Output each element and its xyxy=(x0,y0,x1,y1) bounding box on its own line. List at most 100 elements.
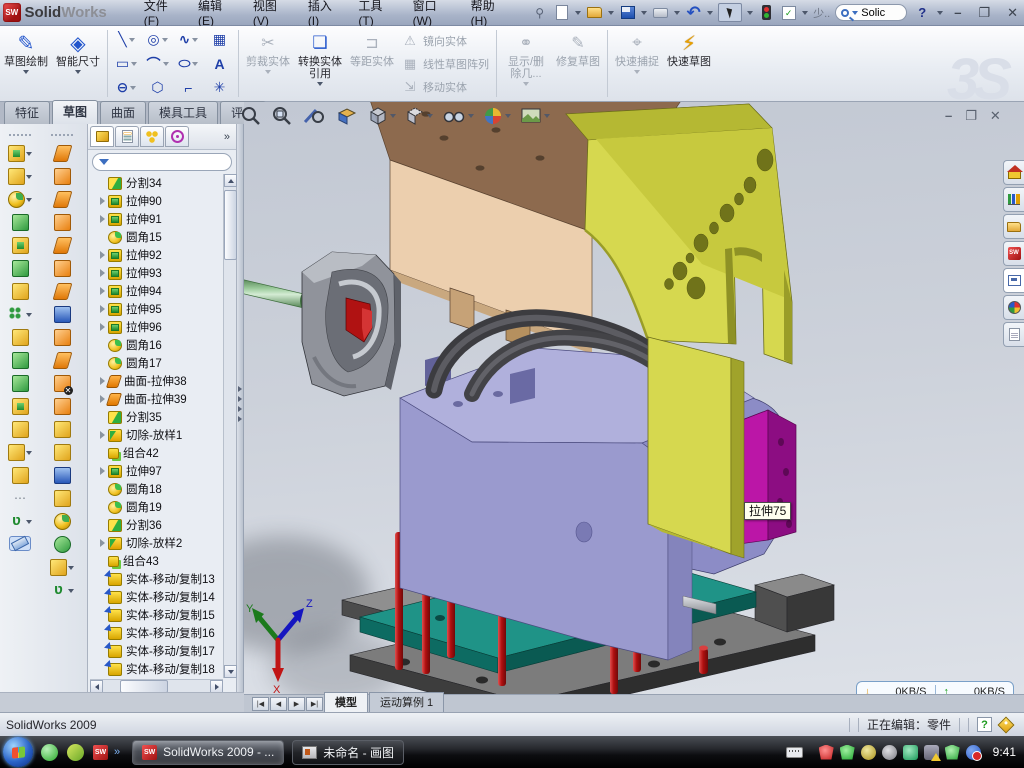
prev-tab-button[interactable]: ◀ xyxy=(270,697,287,711)
tree-item[interactable]: 拉伸94 xyxy=(88,282,223,300)
toolbar-overflow-label[interactable]: 少.. xyxy=(813,5,830,21)
panel-splitter[interactable] xyxy=(237,124,244,692)
pin-icon[interactable]: ⚲ xyxy=(531,4,548,21)
select-dropdown-caret[interactable] xyxy=(747,11,753,15)
ref-geometry-2-tool[interactable] xyxy=(50,559,74,576)
doc-close-button[interactable]: ✕ xyxy=(990,108,1001,124)
resources-tab[interactable] xyxy=(1003,187,1024,212)
curve-2-tool[interactable]: ʋ xyxy=(50,582,74,599)
shut-off-surface-tool[interactable] xyxy=(54,490,71,507)
tree-vertical-scrollbar[interactable] xyxy=(223,174,236,678)
tray-badge-icon[interactable] xyxy=(861,745,876,760)
slot-tool[interactable]: ⊖ xyxy=(111,76,142,100)
smart-dimension-button[interactable]: ◈ 智能尺寸 xyxy=(52,26,104,101)
tray-volume-icon[interactable] xyxy=(882,745,897,760)
move-copy-body-tool[interactable] xyxy=(12,421,29,438)
first-tab-button[interactable]: |◀ xyxy=(252,697,269,711)
axis-tool[interactable]: ⋯ xyxy=(12,490,29,507)
model-canvas[interactable]: Y Z X xyxy=(244,102,1024,694)
tree-item[interactable]: 实体-移动/复制18 xyxy=(88,660,223,678)
open-dropdown-caret[interactable] xyxy=(608,11,614,15)
expand-arrow-icon[interactable] xyxy=(100,467,105,475)
doc-restore-button[interactable]: ❐ xyxy=(965,108,977,124)
new-document-icon[interactable] xyxy=(553,4,570,21)
loft-surface-tool[interactable] xyxy=(54,214,71,231)
restore-button[interactable]: ❐ xyxy=(972,5,996,21)
file-explorer-tab[interactable] xyxy=(1003,268,1024,293)
options-icon[interactable]: ✓ xyxy=(780,4,797,21)
combine-tool[interactable] xyxy=(12,375,29,392)
custom-properties-tab[interactable] xyxy=(1003,322,1024,347)
open-icon[interactable] xyxy=(586,4,603,21)
text-tool[interactable]: A xyxy=(204,52,235,76)
expand-arrow-icon[interactable] xyxy=(100,251,105,259)
hole-wizard-tool[interactable] xyxy=(12,283,29,300)
task-solidworks[interactable]: SW SolidWorks 2009 - ... xyxy=(132,740,284,765)
line-tool[interactable]: ╲ xyxy=(111,28,142,52)
search-box[interactable] xyxy=(835,4,907,21)
options-dropdown-caret[interactable] xyxy=(802,11,808,15)
home-tab[interactable] xyxy=(1003,160,1024,185)
new-dropdown-caret[interactable] xyxy=(575,11,581,15)
expand-arrow-icon[interactable] xyxy=(100,197,105,205)
minimize-button[interactable]: – xyxy=(948,5,967,20)
tree-item[interactable]: 圆角17 xyxy=(88,354,223,372)
fillet-surface-tool[interactable] xyxy=(54,513,71,530)
swept-boss-tool[interactable] xyxy=(12,214,29,231)
configurationmanager-tab[interactable] xyxy=(140,126,164,147)
revolve-surface-tool[interactable] xyxy=(54,168,71,185)
shell-tool[interactable] xyxy=(12,260,29,277)
tree-item[interactable]: 拉伸97 xyxy=(88,462,223,480)
tree-item[interactable]: 切除-放样1 xyxy=(88,426,223,444)
zoom-fit-icon[interactable] xyxy=(240,106,262,126)
undo-icon[interactable]: ↶ xyxy=(685,4,702,21)
quick-tips-icon[interactable]: ? xyxy=(977,717,992,732)
tree-item[interactable]: 实体-移动/复制16 xyxy=(88,624,223,642)
magnifier-pen-icon[interactable] xyxy=(302,106,326,126)
tree-item[interactable]: 拉伸96 xyxy=(88,318,223,336)
ellipse-tool[interactable]: ⬭ xyxy=(173,52,204,76)
quicklaunch-messenger-icon[interactable] xyxy=(41,744,58,761)
reference-geometry-tool[interactable] xyxy=(8,444,32,461)
expand-arrow-icon[interactable] xyxy=(100,323,105,331)
quicklaunch-chevron[interactable]: » xyxy=(114,746,120,758)
task-paint[interactable]: 未命名 - 画图 xyxy=(292,740,404,765)
tree-horizontal-scrollbar[interactable] xyxy=(90,679,223,692)
tree-item[interactable]: 拉伸90 xyxy=(88,192,223,210)
tree-item[interactable]: 拉伸92 xyxy=(88,246,223,264)
tab-surfaces[interactable]: 曲面 xyxy=(100,101,146,124)
view-orientation-button[interactable] xyxy=(368,106,396,126)
polygon-tool[interactable]: ⬡ xyxy=(142,76,173,100)
hide-show-items-button[interactable] xyxy=(442,106,474,126)
expand-arrow-icon[interactable] xyxy=(100,215,105,223)
tags-icon[interactable] xyxy=(998,716,1015,733)
circle-tool[interactable]: ◎ xyxy=(142,28,173,52)
tree-item[interactable]: 实体-移动/复制17 xyxy=(88,642,223,660)
dimxpertmanager-tab[interactable] xyxy=(165,126,189,147)
tree-item[interactable]: 实体-移动/复制14 xyxy=(88,588,223,606)
model-tab[interactable]: 模型 xyxy=(324,692,368,712)
next-tab-button[interactable]: ▶ xyxy=(288,697,305,711)
tab-features[interactable]: 特征 xyxy=(4,101,50,124)
parting-line-tool[interactable] xyxy=(54,467,71,484)
quicklaunch-app-icon[interactable] xyxy=(67,744,84,761)
spline-tool[interactable]: ∿ xyxy=(173,28,204,52)
panel-overflow-chevron[interactable]: » xyxy=(224,131,234,143)
planar-surface-tool[interactable] xyxy=(55,283,70,300)
search-input[interactable] xyxy=(861,7,899,19)
tree-item[interactable]: 分割36 xyxy=(88,516,223,534)
tree-item[interactable]: 拉伸95 xyxy=(88,300,223,318)
fillet-tool[interactable] xyxy=(8,191,32,208)
graphics-area[interactable]: Y Z X 拉伸75 ↓0KB/S ↑0KB/S SW xyxy=(244,102,1024,694)
tree-item[interactable]: 分割34 xyxy=(88,174,223,192)
split-tool[interactable] xyxy=(12,398,29,415)
expand-arrow-icon[interactable] xyxy=(100,269,105,277)
featuremanager-tab[interactable] xyxy=(90,126,114,147)
boundary-surface-tool[interactable] xyxy=(55,237,70,254)
tab-sketch[interactable]: 草图 xyxy=(52,100,98,124)
feature-tree-list[interactable]: 分割34 拉伸90 拉伸91 圆角15 拉伸92 拉伸93 拉伸94 拉伸95 … xyxy=(88,174,223,678)
tree-item[interactable]: 曲面-拉伸39 xyxy=(88,390,223,408)
tree-item[interactable]: 拉伸93 xyxy=(88,264,223,282)
motion-study-tab[interactable]: 运动算例 1 xyxy=(369,692,444,712)
tree-item[interactable]: 曲面-拉伸38 xyxy=(88,372,223,390)
